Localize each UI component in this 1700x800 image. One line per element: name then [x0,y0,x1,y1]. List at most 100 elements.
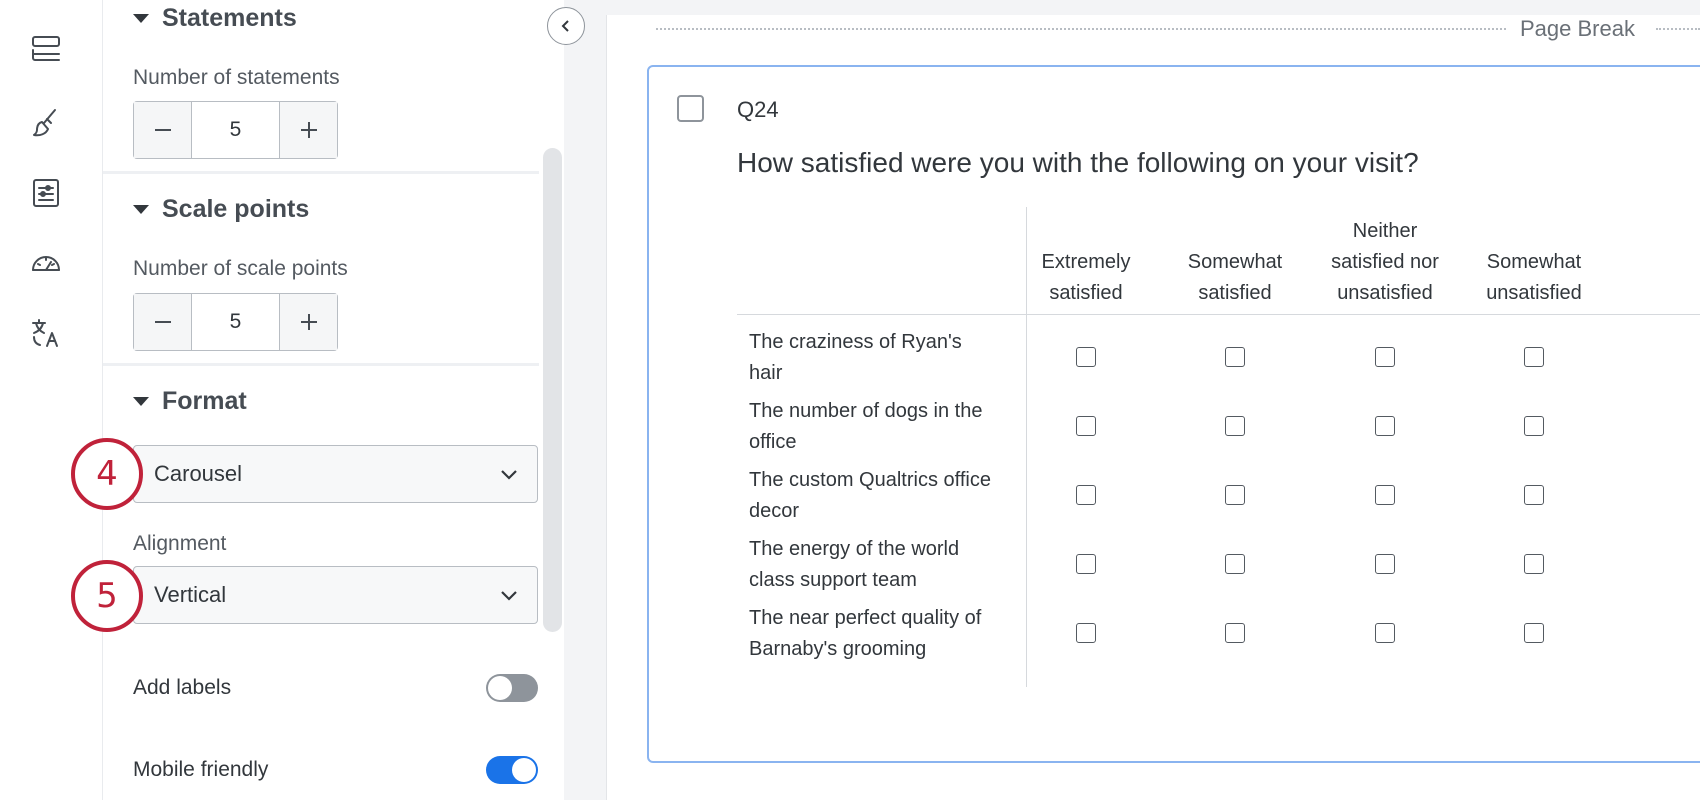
row-label-line: hair [749,362,783,384]
statements-increment-button[interactable] [279,102,337,158]
mobile-friendly-label: Mobile friendly [133,758,269,781]
add-labels-label: Add labels [133,676,232,699]
plus-icon [300,314,317,330]
row-label-line: The custom Qualtrics office [749,469,991,491]
matrix-row-label: The energy of the world class support tea… [749,534,1009,596]
add-labels-row: Add labels [133,674,538,702]
section-divider [103,363,539,366]
page-break-label: Page Break [1514,16,1641,42]
toggle-knob [512,758,536,782]
scale-points-decrement-button[interactable] [134,294,192,350]
caret-down-icon [133,205,149,214]
blocks-icon[interactable] [27,30,65,68]
step-callout-4: 4 [71,438,143,510]
matrix-checkbox[interactable] [1524,347,1544,367]
caret-down-icon [133,14,149,23]
matrix-checkbox[interactable] [1076,623,1096,643]
column-header-line: satisfied [1049,282,1123,304]
matrix-checkbox[interactable] [1375,485,1395,505]
scale-points-section-toggle[interactable]: Scale points [133,195,309,224]
row-label-line: The craziness of Ryan's [749,331,962,353]
number-of-statements-label: Number of statements [133,66,340,89]
panel-scrollbar[interactable] [543,148,562,632]
chevron-down-icon [499,585,519,605]
column-header-line: satisfied [1198,282,1272,304]
matrix-checkbox[interactable] [1524,416,1544,436]
page-break-line [656,28,1506,30]
statements-count-value[interactable]: 5 [192,102,279,158]
matrix-checkbox[interactable] [1524,554,1544,574]
column-header-line: Extremely [1041,251,1131,273]
matrix-checkbox[interactable] [1524,485,1544,505]
format-select[interactable]: Carousel [133,445,538,503]
scale-points-increment-button[interactable] [279,294,337,350]
row-label-line: The energy of the world [749,538,960,560]
alignment-select-value: Vertical [154,582,227,607]
translate-icon[interactable] [27,314,65,352]
minus-icon [154,129,171,131]
column-header-line: satisfied nor [1331,251,1439,273]
row-label-line: class support team [749,569,917,591]
row-label-line: The number of dogs in the [749,400,983,422]
format-section-title: Format [162,387,247,415]
question-text[interactable]: How satisfied were you with the followin… [737,147,1419,179]
matrix-header-divider [737,314,1700,315]
matrix-checkbox[interactable] [1225,554,1245,574]
matrix-checkbox[interactable] [1375,416,1395,436]
matrix-row-label: The number of dogs in the office [749,396,1009,458]
row-label-line: Barnaby's grooming [749,638,927,660]
matrix-checkbox[interactable] [1225,347,1245,367]
matrix-checkbox[interactable] [1375,554,1395,574]
number-of-scale-points-label: Number of scale points [133,257,348,280]
page-break-line [1656,28,1700,30]
matrix-checkbox[interactable] [1076,485,1096,505]
matrix-checkbox[interactable] [1225,485,1245,505]
statements-section-title: Statements [162,4,297,32]
speedometer-icon[interactable] [27,244,65,282]
toggle-knob [488,676,512,700]
survey-options-icon[interactable] [27,174,65,212]
matrix-column-header: Neither satisfied nor unsatisfied [1305,207,1465,309]
chevron-down-icon [499,464,519,484]
step-callout-5: 5 [71,560,143,632]
matrix-checkbox[interactable] [1375,347,1395,367]
matrix-column-header: Somewhat satisfied [1155,207,1315,309]
column-header-line: Somewhat [1486,251,1582,273]
matrix-checkbox[interactable] [1375,623,1395,643]
matrix-checkbox[interactable] [1524,623,1544,643]
question-select-checkbox[interactable] [677,95,704,122]
matrix-checkbox[interactable] [1076,416,1096,436]
statements-section-toggle[interactable]: Statements [133,4,297,33]
matrix-row-label: The craziness of Ryan's hair [749,327,1009,389]
question-card[interactable]: Q24 How satisfied were you with the foll… [647,65,1700,763]
alignment-label: Alignment [133,532,227,555]
row-label-line: office [749,431,797,453]
format-section-toggle[interactable]: Format [133,387,247,416]
statements-stepper: 5 [133,101,338,159]
scale-points-count-value[interactable]: 5 [192,294,279,350]
mobile-friendly-toggle[interactable] [486,756,538,784]
column-header-line: unsatisfied [1337,282,1433,304]
format-select-value: Carousel [154,461,243,486]
matrix-checkbox[interactable] [1225,623,1245,643]
plus-icon [300,122,317,138]
matrix-column-header: Extremely satisfied [1006,207,1166,309]
scale-points-stepper: 5 [133,293,338,351]
caret-down-icon [133,397,149,406]
section-divider [103,171,539,174]
minus-icon [154,321,171,323]
row-label-line: decor [749,500,800,522]
question-number: Q24 [737,97,779,122]
brush-icon[interactable] [27,104,65,142]
matrix-checkbox[interactable] [1076,347,1096,367]
page-break: Page Break [656,16,1700,42]
column-header-line: unsatisfied [1486,282,1582,304]
matrix-row-label: The custom Qualtrics office decor [749,465,1009,527]
add-labels-toggle[interactable] [486,674,538,702]
alignment-select[interactable]: Vertical [133,566,538,624]
chevron-left-icon [561,20,569,32]
matrix-checkbox[interactable] [1225,416,1245,436]
matrix-checkbox[interactable] [1076,554,1096,574]
collapse-panel-button[interactable] [547,7,585,45]
statements-decrement-button[interactable] [134,102,192,158]
